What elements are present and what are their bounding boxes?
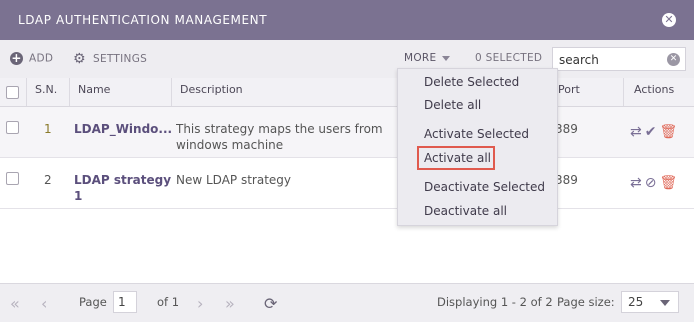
page-label: Page xyxy=(79,295,107,309)
table-row[interactable]: 1 LDAP_Windo... This strategy maps the u… xyxy=(0,107,694,158)
table-header: S.N. Name Description Port Actions xyxy=(0,78,694,107)
column-header-port[interactable]: Port xyxy=(549,78,623,106)
row-actions: ⇄ ✔ 🗑 xyxy=(630,124,680,140)
page-size-value: 25 xyxy=(628,295,644,309)
next-page-icon[interactable]: › xyxy=(197,294,203,313)
column-header-actions: Actions xyxy=(623,78,694,106)
row-checkbox[interactable] xyxy=(6,172,19,185)
row-sn: 2 xyxy=(44,173,52,187)
prev-page-icon[interactable]: ‹ xyxy=(41,294,47,313)
row-description: This strategy maps the users from 10.45 xyxy=(176,122,386,136)
menu-item-deactivate-selected[interactable]: Deactivate Selected xyxy=(424,180,545,194)
sync-icon[interactable]: ⇄ xyxy=(630,175,642,191)
chevron-down-icon xyxy=(660,300,670,306)
row-description-line2: windows machine xyxy=(176,138,284,152)
more-dropdown-menu: Delete Selected Delete all Activate Sele… xyxy=(397,68,558,226)
caret-down-icon xyxy=(442,55,451,61)
selected-count: 0 SELECTED xyxy=(475,52,543,64)
menu-item-delete-selected[interactable]: Delete Selected xyxy=(424,75,519,89)
table-row[interactable]: 2 LDAP strategy 1 New LDAP strategy 389 … xyxy=(0,158,694,209)
row-port: 389 xyxy=(555,122,578,136)
settings-label: SETTINGS xyxy=(93,53,148,65)
more-label: MORE xyxy=(404,52,437,64)
menu-item-activate-selected[interactable]: Activate Selected xyxy=(424,127,529,141)
sync-icon[interactable]: ⇄ xyxy=(630,124,642,140)
menu-item-delete-all[interactable]: Delete all xyxy=(424,98,481,112)
trash-icon[interactable]: 🗑 xyxy=(659,175,677,191)
refresh-icon[interactable]: ⟳ xyxy=(264,294,277,313)
last-page-icon[interactable]: » xyxy=(225,294,235,313)
row-name-link[interactable]: LDAP_Windo... xyxy=(74,121,172,137)
row-description: New LDAP strategy xyxy=(176,173,292,187)
settings-button[interactable]: ⚙ SETTINGS xyxy=(73,52,147,66)
row-actions: ⇄ ⊘ 🗑 xyxy=(630,175,680,191)
menu-item-activate-all[interactable]: Activate all xyxy=(424,151,491,165)
more-button[interactable]: MORE xyxy=(404,52,451,64)
first-page-icon[interactable]: « xyxy=(10,294,20,313)
row-sn: 1 xyxy=(44,122,52,136)
search-input[interactable] xyxy=(557,51,669,69)
active-check-icon[interactable]: ✔ xyxy=(645,124,657,140)
page-size-label: Page size: xyxy=(557,295,615,309)
page-number-input[interactable]: 1 xyxy=(113,291,137,313)
displaying-count: Displaying 1 - 2 of 2 xyxy=(437,295,553,309)
trash-icon[interactable]: 🗑 xyxy=(659,124,677,140)
column-header-sn[interactable]: S.N. xyxy=(26,78,69,106)
add-label: ADD xyxy=(29,52,54,65)
inactive-circle-icon[interactable]: ⊘ xyxy=(645,175,657,191)
row-name-line2[interactable]: 1 xyxy=(74,188,82,204)
column-header-name[interactable]: Name xyxy=(69,78,171,106)
menu-item-deactivate-all[interactable]: Deactivate all xyxy=(424,204,507,218)
row-checkbox[interactable] xyxy=(6,121,19,134)
add-button[interactable]: + ADD xyxy=(10,52,53,65)
window-title: LDAP AUTHENTICATION MANAGEMENT xyxy=(18,13,268,27)
search-box: ✕ xyxy=(552,47,686,71)
plus-icon: + xyxy=(10,51,23,65)
clear-search-icon[interactable]: ✕ xyxy=(667,53,680,66)
page-of-label: of 1 xyxy=(157,295,180,309)
page-size-select[interactable]: 25 xyxy=(621,291,679,313)
title-bar: LDAP AUTHENTICATION MANAGEMENT ✕ xyxy=(0,0,694,40)
row-name-link[interactable]: LDAP strategy xyxy=(74,172,171,188)
select-all-checkbox[interactable] xyxy=(6,86,19,99)
pagination-bar: « ‹ Page 1 of 1 › » ⟳ Displaying 1 - 2 o… xyxy=(0,283,694,322)
gear-icon: ⚙ xyxy=(73,51,86,67)
close-icon[interactable]: ✕ xyxy=(662,13,676,27)
row-port: 389 xyxy=(555,173,578,187)
